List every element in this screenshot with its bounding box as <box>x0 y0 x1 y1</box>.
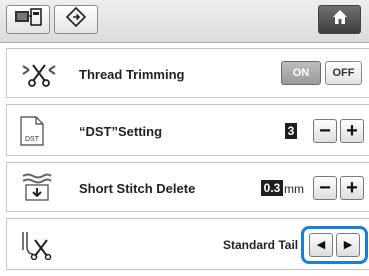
edit-button[interactable] <box>54 5 98 34</box>
thread-trimming-row: Thread Trimming ON OFF <box>6 48 369 98</box>
thread-trimming-on-button[interactable]: ON <box>281 61 321 85</box>
svg-text:DST: DST <box>25 136 40 143</box>
dst-minus-button[interactable]: − <box>313 119 337 143</box>
short-stitch-delete-row: Short Stitch Delete 0.3 mm − + <box>6 162 369 212</box>
tail-setting-row: Standard Tail ◀ ▶ <box>6 218 369 270</box>
tail-value-text: Standard Tail <box>223 238 299 252</box>
tail-next-button[interactable]: ▶ <box>336 233 360 257</box>
short-stitch-delete-label: Short Stitch Delete <box>79 181 196 196</box>
short-stitch-minus-button[interactable]: − <box>313 176 337 200</box>
short-stitch-value: 0.3 <box>261 180 283 196</box>
tail-prev-button[interactable]: ◀ <box>309 233 333 257</box>
scissors-trim-icon <box>19 59 59 89</box>
dst-setting-label: “DST”Setting <box>79 124 163 139</box>
short-stitch-unit: mm <box>284 182 304 196</box>
dst-file-icon: DST <box>19 115 45 147</box>
embroidery-frame-button[interactable] <box>6 5 50 34</box>
short-stitch-plus-button[interactable]: + <box>340 176 364 200</box>
thread-trimming-label: Thread Trimming <box>79 67 185 82</box>
right-arrow-icon: ▶ <box>343 238 353 251</box>
diamond-arrow-icon <box>65 6 87 33</box>
home-icon <box>331 8 349 31</box>
left-arrow-icon: ◀ <box>316 238 326 251</box>
dst-setting-row: DST “DST”Setting 3 − + <box>6 104 369 156</box>
home-button[interactable] <box>318 5 361 34</box>
dst-setting-value: 3 <box>285 123 297 139</box>
embroidery-frame-icon <box>14 8 42 31</box>
top-toolbar <box>0 0 369 43</box>
thread-trimming-off-button[interactable]: OFF <box>325 61 362 85</box>
short-stitch-icon <box>19 172 55 202</box>
dst-plus-button[interactable]: + <box>340 119 364 143</box>
needle-scissors-icon <box>19 229 53 261</box>
